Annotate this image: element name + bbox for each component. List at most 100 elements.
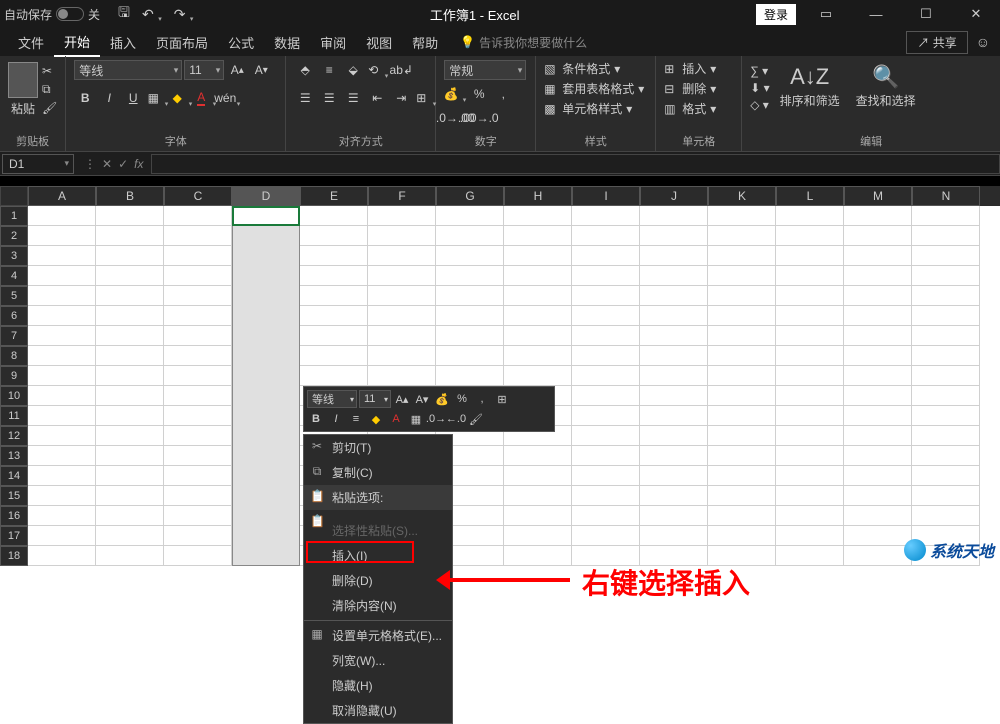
cell[interactable] <box>300 206 368 226</box>
cell[interactable] <box>776 346 844 366</box>
cell[interactable] <box>96 306 164 326</box>
fill-button[interactable]: ⬇ ▾ <box>750 81 769 95</box>
cell[interactable] <box>640 346 708 366</box>
mini-comma-icon[interactable]: , <box>473 390 491 408</box>
cell[interactable] <box>708 286 776 306</box>
tab-help[interactable]: 帮助 <box>402 29 448 56</box>
cell[interactable] <box>164 426 232 446</box>
bold-icon[interactable]: B <box>74 88 96 108</box>
cell[interactable] <box>640 426 708 446</box>
row-header-8[interactable]: 8 <box>0 346 28 366</box>
cell[interactable] <box>844 486 912 506</box>
cell[interactable] <box>572 406 640 426</box>
mini-inc-decimal-icon[interactable]: .0→ <box>427 410 445 428</box>
cell[interactable] <box>368 226 436 246</box>
smiley-icon[interactable]: ☺ <box>976 34 990 50</box>
align-middle-icon[interactable]: ≡ <box>318 60 340 80</box>
cell[interactable] <box>572 446 640 466</box>
mini-increase-font-icon[interactable]: A▴ <box>393 390 411 408</box>
row-header-2[interactable]: 2 <box>0 226 28 246</box>
cell[interactable] <box>640 486 708 506</box>
undo-icon[interactable]: ↶ <box>142 6 162 23</box>
cell[interactable] <box>912 386 980 406</box>
cell[interactable] <box>164 486 232 506</box>
decrease-font-icon[interactable]: A▾ <box>250 60 272 80</box>
cell[interactable] <box>96 386 164 406</box>
mini-accounting-icon[interactable]: 💰 <box>433 390 451 408</box>
cut-icon[interactable]: ✂ <box>42 64 57 78</box>
cell[interactable] <box>912 286 980 306</box>
cell[interactable] <box>572 286 640 306</box>
cell[interactable] <box>776 286 844 306</box>
col-header-a[interactable]: A <box>28 186 96 206</box>
fx-icon[interactable]: fx <box>134 157 143 171</box>
cell[interactable] <box>844 286 912 306</box>
cell[interactable] <box>28 326 96 346</box>
cell[interactable] <box>28 206 96 226</box>
row-header-14[interactable]: 14 <box>0 466 28 486</box>
cell[interactable] <box>844 466 912 486</box>
cell[interactable] <box>844 526 912 546</box>
cell[interactable] <box>164 266 232 286</box>
align-top-icon[interactable]: ⬘ <box>294 60 316 80</box>
mini-percent-icon[interactable]: % <box>453 390 471 408</box>
autosave-toggle[interactable]: 自动保存 关 <box>4 6 100 23</box>
mini-font-name[interactable]: 等线 <box>307 390 357 408</box>
cell[interactable] <box>436 346 504 366</box>
cell[interactable] <box>640 246 708 266</box>
col-header-n[interactable]: N <box>912 186 980 206</box>
cell[interactable] <box>572 346 640 366</box>
cell[interactable] <box>28 226 96 246</box>
minimize-icon[interactable]: — <box>856 7 896 22</box>
cell[interactable] <box>368 326 436 346</box>
cell[interactable] <box>28 386 96 406</box>
copy-icon[interactable]: ⧉ <box>42 82 57 97</box>
fill-color-icon[interactable]: ◆ <box>170 88 192 108</box>
phonetic-icon[interactable]: wén <box>218 88 240 108</box>
cell[interactable] <box>708 506 776 526</box>
tell-me-search[interactable]: 💡 告诉我你想要做什么 <box>460 34 587 51</box>
col-header-f[interactable]: F <box>368 186 436 206</box>
cell[interactable] <box>368 306 436 326</box>
cell[interactable] <box>436 266 504 286</box>
cell[interactable] <box>504 226 572 246</box>
cell[interactable] <box>368 266 436 286</box>
cell[interactable] <box>776 266 844 286</box>
cell[interactable] <box>300 366 368 386</box>
cell[interactable] <box>844 226 912 246</box>
row-header-18[interactable]: 18 <box>0 546 28 566</box>
clear-button[interactable]: ◇ ▾ <box>750 98 769 112</box>
row-header-11[interactable]: 11 <box>0 406 28 426</box>
maximize-icon[interactable]: ☐ <box>906 6 946 22</box>
align-bottom-icon[interactable]: ⬙ <box>342 60 364 80</box>
format-as-table-button[interactable]: ▦套用表格格式 ▾ <box>544 80 644 97</box>
active-cell-d1[interactable] <box>232 206 300 226</box>
worksheet[interactable]: ABCDEFGHIJKLMN 1234567891011121314151617… <box>0 186 1000 568</box>
autosum-button[interactable]: ∑ ▾ <box>750 64 769 78</box>
mini-italic-icon[interactable]: I <box>327 410 345 428</box>
cells-insert-button[interactable]: ⊞插入 ▾ <box>664 60 716 77</box>
cell[interactable] <box>504 366 572 386</box>
cell[interactable] <box>640 386 708 406</box>
cell[interactable] <box>504 486 572 506</box>
cell[interactable] <box>640 206 708 226</box>
cell[interactable] <box>640 266 708 286</box>
row-header-5[interactable]: 5 <box>0 286 28 306</box>
cell[interactable] <box>300 346 368 366</box>
align-left-icon[interactable]: ☰ <box>294 88 316 108</box>
cell[interactable] <box>708 426 776 446</box>
formula-input[interactable] <box>151 154 1000 174</box>
cell[interactable] <box>96 246 164 266</box>
cell[interactable] <box>640 406 708 426</box>
cell[interactable] <box>912 426 980 446</box>
cell[interactable] <box>844 446 912 466</box>
cell[interactable] <box>776 246 844 266</box>
cm-format-cells[interactable]: ▦设置单元格格式(E)... <box>304 623 452 648</box>
cell[interactable] <box>96 226 164 246</box>
cell[interactable] <box>844 266 912 286</box>
tab-view[interactable]: 视图 <box>356 29 402 56</box>
cell[interactable] <box>776 366 844 386</box>
cell[interactable] <box>912 486 980 506</box>
mini-borders-icon[interactable]: ▦ <box>407 410 425 428</box>
row-header-6[interactable]: 6 <box>0 306 28 326</box>
